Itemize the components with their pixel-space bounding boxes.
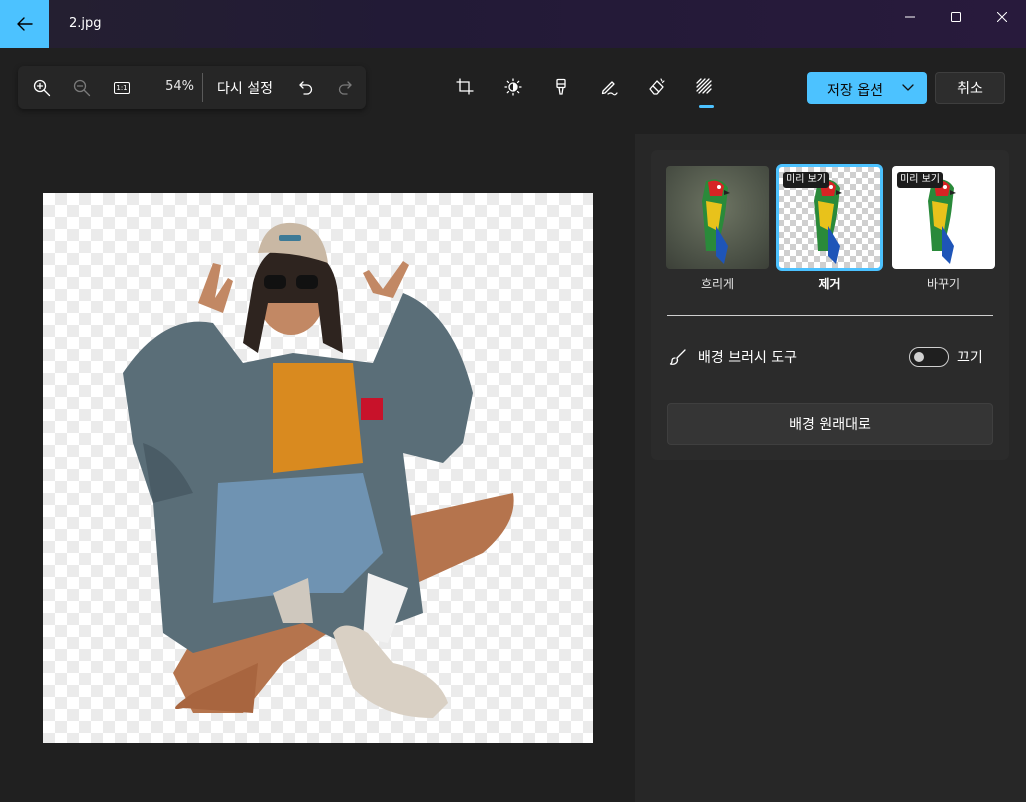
option-remove-label: 제거 — [818, 277, 841, 291]
background-icon — [696, 78, 712, 94]
maximize-button[interactable] — [933, 0, 979, 34]
preview-badge: 미리 보기 — [783, 172, 829, 188]
erase-icon — [649, 78, 665, 95]
save-options-button[interactable]: 저장 옵션 — [807, 72, 927, 104]
save-options-label: 저장 옵션 — [827, 83, 883, 99]
redo-icon — [338, 80, 352, 95]
back-button[interactable] — [0, 0, 49, 48]
undo-icon — [299, 80, 313, 95]
brush-icon — [669, 349, 686, 365]
active-tool-indicator — [699, 105, 714, 108]
arrow-left-icon — [16, 17, 33, 31]
zoom-out-button[interactable] — [70, 66, 94, 109]
filter-tool-button[interactable] — [546, 74, 576, 100]
window-title: 2.jpg — [69, 16, 102, 31]
background-brush-label: 배경 브러시 도구 — [698, 350, 798, 366]
cancel-button[interactable]: 취소 — [935, 72, 1005, 104]
background-panel: 흐리게 미리 보기 제거 미리 보기 바꾸기 배경 브러시 도구 끄기 배경 원… — [635, 134, 1026, 802]
background-brush-toggle[interactable] — [909, 347, 949, 367]
image-canvas[interactable] — [43, 193, 593, 743]
erase-tool-button[interactable] — [642, 74, 672, 100]
option-replace-thumb[interactable]: 미리 보기 — [892, 166, 995, 269]
markup-pen-icon — [601, 81, 618, 96]
preview-badge: 미리 보기 — [897, 172, 943, 188]
maximize-icon — [951, 12, 961, 22]
option-remove-thumb[interactable]: 미리 보기 — [776, 164, 883, 271]
minimize-icon — [905, 16, 915, 18]
redo-button[interactable] — [334, 66, 356, 109]
option-blur-label: 흐리게 — [700, 277, 735, 291]
markup-tool-button[interactable] — [594, 74, 624, 100]
background-options-card: 흐리게 미리 보기 제거 미리 보기 바꾸기 배경 브러시 도구 끄기 배경 원… — [651, 150, 1009, 460]
close-button[interactable] — [979, 0, 1025, 34]
actual-size-button[interactable]: 1:1 — [110, 66, 134, 109]
zoom-toolbar: 1:1 54% 다시 설정 — [18, 66, 366, 109]
actual-size-icon: 1:1 — [114, 81, 130, 94]
restore-background-button[interactable]: 배경 원래대로 — [667, 403, 993, 445]
reset-button[interactable]: 다시 설정 — [217, 78, 273, 98]
zoom-out-icon — [73, 79, 91, 96]
background-tool-button[interactable] — [690, 74, 720, 100]
toggle-knob — [914, 352, 924, 362]
option-replace-label: 바꾸기 — [926, 277, 961, 291]
actual-size-text: 1:1 — [116, 83, 128, 92]
title-bar: 2.jpg — [0, 0, 1026, 48]
toolbar-divider — [202, 73, 203, 102]
crop-icon — [456, 78, 474, 95]
filter-icon — [556, 78, 566, 95]
zoom-percent: 54% — [165, 79, 194, 94]
option-blur-thumb[interactable] — [666, 166, 769, 269]
section-divider — [667, 315, 993, 316]
undo-button[interactable] — [295, 66, 317, 109]
minimize-button[interactable] — [887, 0, 933, 34]
crop-tool-button[interactable] — [450, 74, 480, 100]
subject-photo — [123, 222, 514, 718]
editor-main: 1:1 54% 다시 설정 저장 옵션 취소 흐리게 미리 보기 제거 미리 보… — [0, 48, 1026, 802]
adjust-tool-button[interactable] — [498, 74, 528, 100]
zoom-in-icon — [33, 79, 51, 96]
chevron-down-icon[interactable] — [901, 80, 915, 94]
toggle-state-label: 끄기 — [957, 350, 983, 366]
adjust-brightness-icon — [504, 78, 522, 96]
close-icon — [997, 12, 1007, 22]
parrot-image — [702, 179, 730, 264]
zoom-in-button[interactable] — [30, 66, 54, 109]
